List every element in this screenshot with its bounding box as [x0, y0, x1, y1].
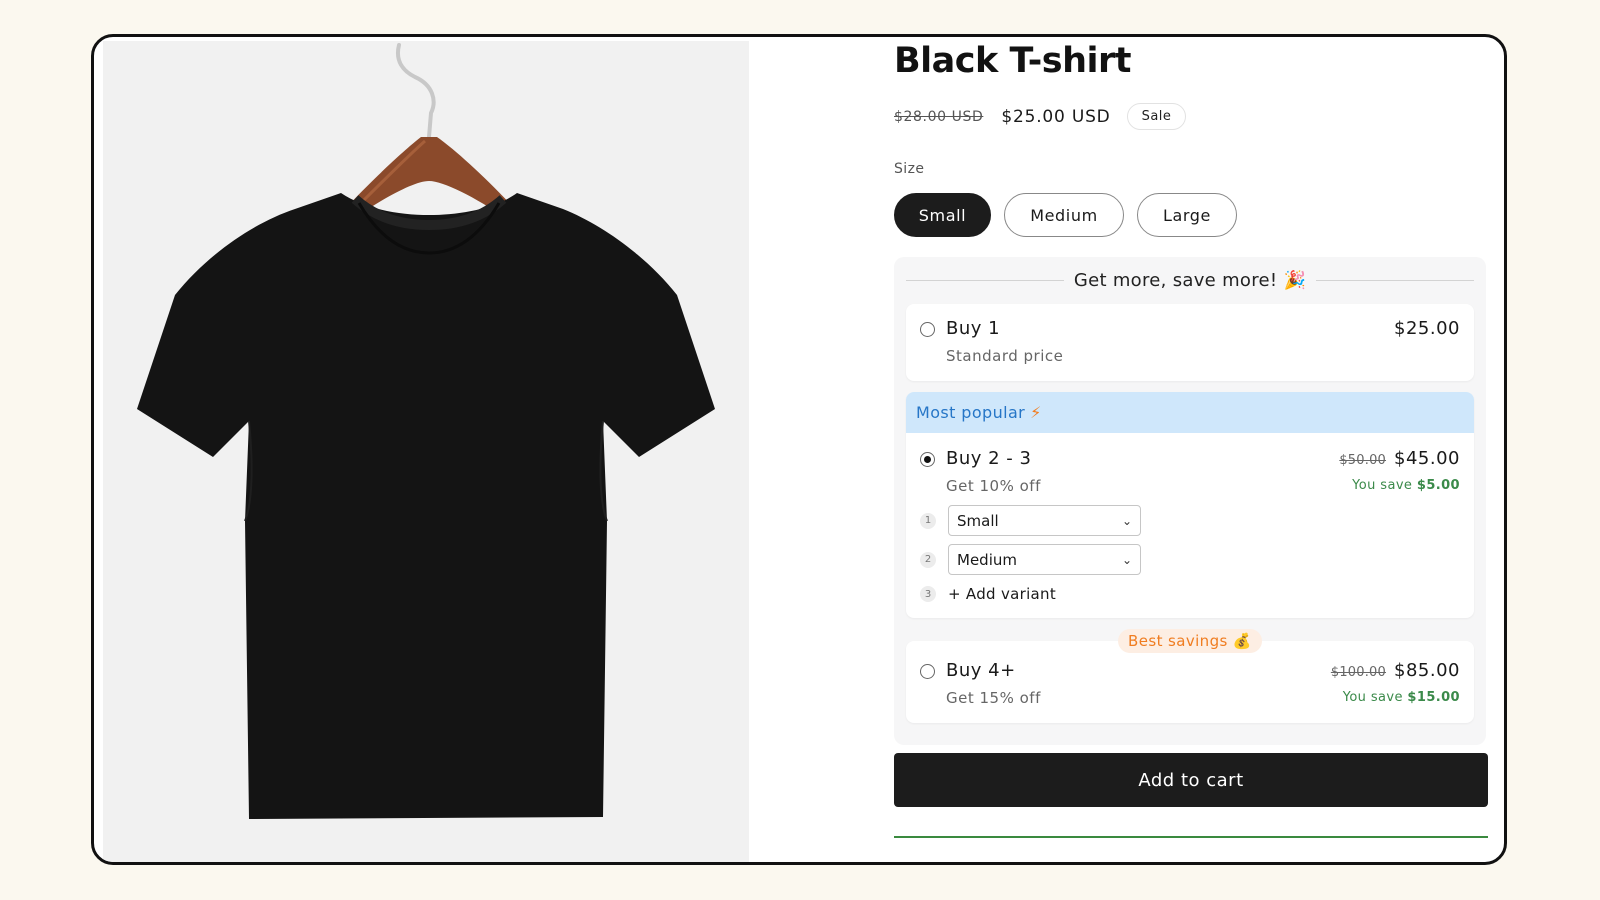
variant-number: 3: [920, 586, 936, 602]
option-price-group: $100.00 $85.00: [1331, 660, 1460, 681]
variant-row-1: 1 Small ⌄: [920, 505, 1141, 536]
variant-select-2[interactable]: Medium ⌄: [948, 544, 1141, 575]
most-popular-label: Most popular: [916, 403, 1026, 422]
best-savings-badge: Best savings 💰: [1118, 629, 1262, 653]
variant-number: 2: [920, 551, 936, 568]
save-label: You save: [1342, 690, 1403, 705]
divider: [1316, 279, 1475, 281]
option-price: $45.00: [1394, 448, 1460, 469]
variant-row-2: 2 Medium ⌄: [920, 544, 1141, 575]
add-to-cart-button[interactable]: Add to cart: [894, 753, 1488, 807]
option-title: Buy 4+: [946, 660, 1016, 681]
chevron-down-icon: ⌄: [1121, 513, 1132, 528]
variant-select-value: Small: [957, 511, 999, 530]
product-frame: Black T-shirt $28.00 USD $25.00 USD Sale…: [91, 34, 1507, 865]
option-price-group: $50.00 $45.00: [1339, 448, 1460, 469]
option-title: Buy 2 - 3: [946, 448, 1032, 469]
lightning-icon: ⚡: [1030, 403, 1042, 422]
option-compare-price: $50.00: [1339, 453, 1387, 468]
option-subtitle: Get 10% off: [946, 477, 1041, 495]
divider: [894, 836, 1488, 838]
radio-buy-2-3[interactable]: [920, 452, 935, 467]
save-label: You save: [1352, 478, 1413, 493]
option-title: Buy 1: [946, 318, 1001, 339]
radio-buy-1[interactable]: [920, 322, 935, 337]
save-amount: $5.00: [1416, 478, 1460, 493]
party-popper-icon: 🎉: [1283, 269, 1307, 291]
size-option-medium[interactable]: Medium: [1004, 193, 1124, 237]
save-amount: $15.00: [1407, 690, 1460, 705]
sale-price: $25.00 USD: [1001, 106, 1111, 127]
size-label: Size: [894, 161, 925, 177]
option-savings: You save $15.00: [1343, 690, 1460, 705]
compare-price: $28.00 USD: [894, 108, 984, 125]
product-title: Black T-shirt: [894, 41, 1132, 81]
t-shirt-image: [137, 43, 715, 819]
variant-select-value: Medium: [957, 550, 1017, 569]
sale-badge: Sale: [1126, 103, 1187, 130]
chevron-down-icon: ⌄: [1121, 552, 1132, 567]
option-compare-price: $100.00: [1330, 665, 1387, 680]
option-savings: You save $5.00: [1352, 478, 1460, 493]
option-price: $85.00: [1394, 660, 1460, 681]
variant-select-1[interactable]: Small ⌄: [948, 505, 1141, 536]
bundle-heading-text: Get more, save more!: [1073, 269, 1278, 291]
size-option-large[interactable]: Large: [1137, 193, 1237, 237]
option-price: $25.00: [1394, 318, 1460, 339]
money-bag-icon: 💰: [1232, 632, 1252, 650]
size-options: Small Medium Large: [894, 193, 1250, 237]
price-row: $28.00 USD $25.00 USD Sale: [894, 103, 1187, 130]
bundle-offers: Get more, save more! 🎉 Buy 1 Standard pr…: [894, 257, 1486, 745]
most-popular-ribbon: Most popular ⚡: [906, 392, 1474, 433]
best-savings-label: Best savings: [1128, 632, 1228, 650]
bundle-option-buy-4-plus[interactable]: Best savings 💰 Buy 4+ Get 15% off $100.0…: [906, 629, 1474, 723]
variant-row-3: 3 + Add variant: [920, 585, 1056, 603]
add-variant-button[interactable]: + Add variant: [948, 585, 1056, 603]
bundle-option-buy-1[interactable]: Buy 1 Standard price $25.00: [906, 304, 1474, 381]
variant-number: 1: [920, 512, 936, 529]
bundle-heading: Get more, save more! 🎉: [906, 269, 1475, 291]
bundle-option-buy-2-3[interactable]: Most popular ⚡ Buy 2 - 3 Get 10% off $50…: [906, 392, 1474, 618]
option-subtitle: Standard price: [946, 347, 1064, 365]
divider: [906, 279, 1064, 281]
product-image[interactable]: [103, 41, 749, 862]
option-subtitle: Get 15% off: [946, 689, 1041, 707]
size-option-small[interactable]: Small: [894, 193, 991, 237]
radio-buy-4-plus[interactable]: [920, 664, 935, 679]
